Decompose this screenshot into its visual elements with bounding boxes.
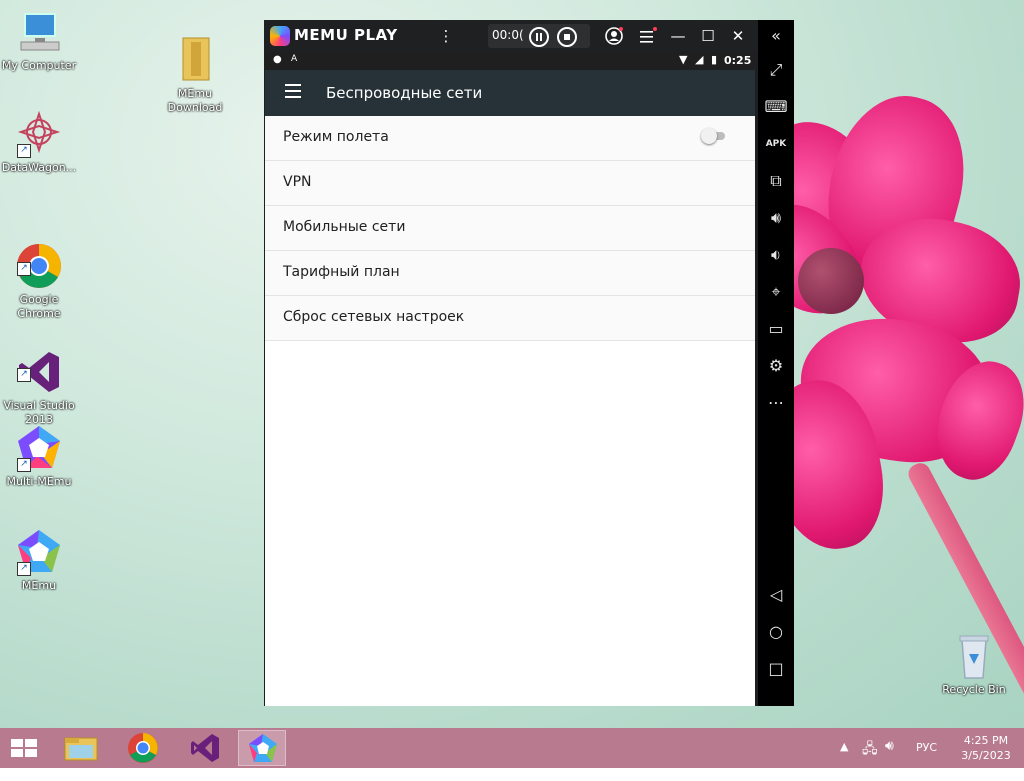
taskbar-chrome[interactable]: [119, 730, 167, 766]
battery-icon: ▮: [711, 53, 718, 66]
desktop-icon-visual-studio[interactable]: ↗ Visual Studio 2013: [0, 320, 79, 441]
stop-button[interactable]: [557, 27, 577, 47]
chrome-icon: ↗: [15, 228, 63, 288]
fullscreen-icon[interactable]: ⤢: [764, 58, 788, 82]
computer-icon: [15, 8, 63, 56]
maximize-button[interactable]: ☐: [698, 26, 718, 46]
apk-icon[interactable]: APK: [764, 132, 788, 156]
list-item-mobile-networks[interactable]: Мобильные сети: [265, 206, 755, 251]
folder-icon: [171, 22, 219, 81]
desktop-icon-memu-download[interactable]: MEmu Download: [155, 8, 235, 129]
shortcut-arrow-icon: ↗: [17, 562, 31, 576]
emulator-sidebar: « ⤢ ⌨ APK ⧉ 🔊︎ 🔉︎ ⌖ ▭ ⚙ ⋯ ◁ ○ □: [758, 20, 794, 706]
list-item-tariff-plan[interactable]: Тарифный план: [265, 251, 755, 296]
shortcut-arrow-icon: ↗: [17, 262, 31, 276]
taskbar-file-explorer[interactable]: [57, 730, 105, 766]
volume-down-icon[interactable]: 🔉︎: [764, 243, 788, 267]
more-vertical-icon[interactable]: ⋮: [436, 26, 456, 46]
shortcut-arrow-icon: ↗: [17, 368, 31, 382]
windows-logo-icon: [11, 739, 37, 757]
memu-logo-text: MEMU PLAY: [294, 26, 398, 44]
status-time: 0:25: [724, 54, 752, 67]
shortcut-arrow-icon: ↗: [17, 458, 31, 472]
settings-list: Режим полета VPN Мобильные сети Тарифный…: [265, 116, 755, 341]
desktop-icon-my-computer[interactable]: My Computer: [0, 8, 79, 73]
desktop-icon-datawagon[interactable]: ↗ DataWagon...: [0, 110, 79, 175]
memu-window: MEMU PLAY ⋮ 00:0( — ☐ ✕ ● A ▼ ◢ ▮ 0:25 Б…: [264, 20, 794, 706]
taskbar: ▲ 🖧︎ 🔊︎ РУС 4:25 PM 3/5/2023: [0, 728, 1024, 768]
memu-logo-icon: [270, 26, 290, 46]
app-bar: Беспроводные сети: [265, 70, 755, 116]
clock[interactable]: 4:25 PM 3/5/2023: [956, 733, 1016, 773]
show-hidden-icons[interactable]: ▲: [840, 740, 848, 780]
multi-window-icon[interactable]: ⧉: [764, 169, 788, 193]
flower-center: [798, 248, 864, 314]
account-icon[interactable]: [604, 26, 624, 46]
clock-time: 4:25 PM: [963, 734, 1009, 747]
list-item-airplane-mode[interactable]: Режим полета: [265, 116, 755, 161]
desktop-icon-recycle-bin[interactable]: Recycle Bin: [934, 632, 1014, 697]
location-icon[interactable]: ⌖: [764, 280, 788, 304]
taskbar-visual-studio[interactable]: [181, 730, 229, 766]
minimize-button[interactable]: —: [668, 26, 688, 46]
datawagon-icon: ↗: [15, 110, 63, 158]
volume-up-icon[interactable]: 🔊︎: [764, 206, 788, 230]
volume-icon[interactable]: 🔊︎: [885, 738, 894, 778]
gear-icon[interactable]: ⚙: [764, 354, 788, 378]
taskbar-memu[interactable]: [238, 730, 286, 766]
notification-icon: ●: [273, 54, 282, 65]
notification-a-icon: A: [291, 54, 298, 64]
list-item-reset-network[interactable]: Сброс сетевых настроек: [265, 296, 755, 341]
menu-lines-icon[interactable]: [637, 26, 657, 46]
visual-studio-icon: [191, 734, 219, 762]
recycle-bin-icon: [950, 632, 998, 680]
desktop-icon-google-chrome[interactable]: ↗ Google Chrome: [0, 214, 79, 335]
android-screen: ● A ▼ ◢ ▮ 0:25 Беспроводные сети Режим п…: [265, 52, 755, 706]
keyboard-icon[interactable]: ⌨: [764, 95, 788, 119]
page-title: Беспроводные сети: [326, 84, 483, 102]
pause-button[interactable]: [529, 27, 549, 47]
multi-memu-icon: ↗: [15, 424, 63, 472]
chrome-icon: [128, 733, 158, 763]
back-icon[interactable]: ◁: [764, 583, 788, 607]
desktop-icon-memu[interactable]: ↗ MEmu: [0, 528, 79, 593]
home-icon[interactable]: ○: [764, 620, 788, 644]
list-item-vpn[interactable]: VPN: [265, 161, 755, 206]
recents-icon[interactable]: □: [764, 657, 788, 681]
desktop-icon-multi-memu[interactable]: ↗ Multi-MEmu: [0, 424, 79, 489]
network-icon[interactable]: 🖧︎: [862, 738, 878, 778]
collapse-sidebar-icon[interactable]: «: [764, 24, 788, 48]
start-button[interactable]: [0, 730, 48, 766]
wifi-icon: ▼: [679, 53, 688, 66]
android-status-bar: ● A ▼ ◢ ▮ 0:25: [265, 52, 755, 70]
more-icon[interactable]: ⋯: [764, 391, 788, 415]
record-timer: 00:0(: [492, 28, 524, 42]
emulator-titlebar[interactable]: MEMU PLAY ⋮ 00:0( — ☐ ✕: [264, 20, 758, 52]
visual-studio-icon: ↗: [15, 334, 63, 392]
folder-icon[interactable]: ▭: [764, 317, 788, 341]
memu-icon: ↗: [15, 528, 63, 576]
hamburger-menu-icon[interactable]: [285, 84, 301, 98]
language-indicator[interactable]: РУС: [916, 741, 937, 781]
memu-icon: [249, 734, 277, 762]
signal-icon: ◢: [695, 53, 704, 66]
airplane-mode-toggle[interactable]: [701, 128, 727, 144]
clock-date: 3/5/2023: [961, 749, 1011, 762]
folder-icon: [64, 737, 98, 761]
close-button[interactable]: ✕: [728, 26, 748, 46]
shortcut-arrow-icon: ↗: [17, 144, 31, 158]
recorder-panel: 00:0(: [488, 24, 590, 48]
